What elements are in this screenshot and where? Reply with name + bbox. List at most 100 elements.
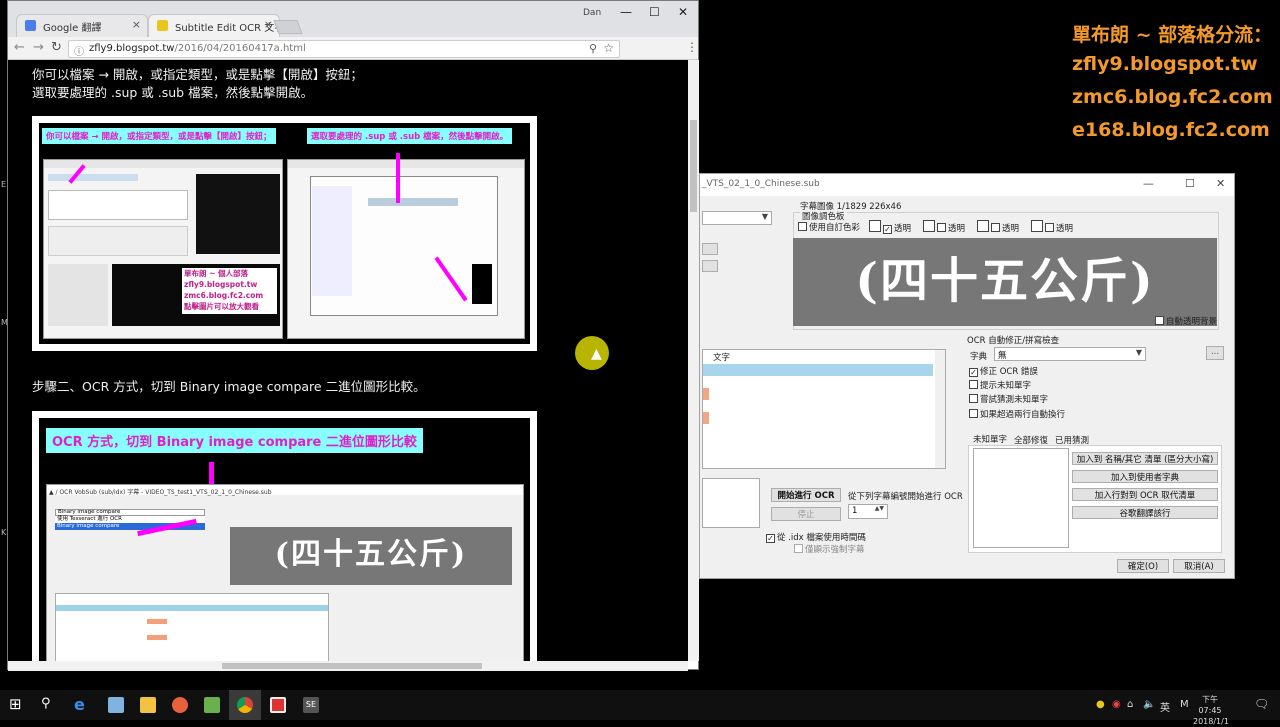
clock-date: 2018/1/1: [1193, 717, 1229, 726]
caption: OCR 方式，切到 Binary image compare 二進位圖形比較: [46, 428, 423, 453]
palette-transparent-3[interactable]: 透明: [977, 220, 1019, 234]
ime-mode[interactable]: M: [1180, 699, 1189, 710]
scroll-thumb[interactable]: [222, 663, 482, 669]
small-button[interactable]: [702, 243, 718, 255]
list-scrollbar[interactable]: [935, 350, 945, 468]
palette-transparent-2[interactable]: 透明: [923, 220, 965, 234]
google-it-button[interactable]: 谷歌翻譯該行: [1072, 506, 1218, 519]
selected-row[interactable]: [703, 364, 933, 376]
fix-ocr-errors-checkbox[interactable]: ✓ 修正 OCR 錯誤: [969, 365, 1038, 377]
mini-ocr-dialog: ▲ / OCR VobSub (sub/idx) 字幕 - VIDEO_TS_t…: [46, 484, 524, 661]
small-button[interactable]: [702, 260, 718, 272]
windows-start-icon[interactable]: ⊞: [9, 696, 25, 712]
tab-title: Google 翻譯: [43, 23, 102, 34]
subtitle-list[interactable]: 文字: [702, 349, 946, 469]
tutorial-image-1[interactable]: 你可以檔案 → 開啟，或指定類型，或是點擊【開啟】按鈕； 選取要處理的 .sup…: [32, 116, 537, 351]
close-tab-icon[interactable]: ×: [132, 18, 141, 31]
maximize-icon[interactable]: ☐: [1185, 177, 1195, 190]
chrome-icon[interactable]: [237, 697, 253, 713]
spinner-icon[interactable]: ▲▼: [875, 505, 884, 512]
image-background: OCR 方式，切到 Binary image compare 二進位圖形比較 ▲…: [39, 418, 530, 661]
url-path: /2016/04/20160417a.html: [174, 43, 306, 54]
file-explorer-icon[interactable]: [140, 697, 156, 713]
tab-subtitle-edit[interactable]: Subtitle Edit OCR 文字辨 ×: [148, 14, 280, 37]
only-forced-checkbox[interactable]: 僅顯示強制字幕: [794, 543, 865, 555]
bookmark-star-icon[interactable]: ☆: [603, 41, 614, 55]
ime-language[interactable]: 英: [1160, 699, 1170, 714]
ocr-subtitle-image: (四十五公斤): [793, 238, 1217, 326]
tab-unknown-words[interactable]: 未知單字: [973, 433, 1007, 445]
use-idx-times-checkbox[interactable]: ✓ 從 .idx 檔案使用時間碼: [766, 531, 866, 543]
clock-time: 下午 07:45: [1198, 695, 1222, 715]
cancel-button[interactable]: 取消(A): [1173, 559, 1225, 573]
dictionary-more-button[interactable]: ...: [1206, 346, 1224, 360]
info-icon[interactable]: ⓘ: [74, 43, 84, 58]
vertical-scrollbar[interactable]: [688, 60, 699, 661]
scroll-thumb[interactable]: [690, 120, 697, 212]
edge-icon[interactable]: e: [74, 695, 90, 714]
notifications-icon[interactable]: 🗨: [1254, 697, 1269, 711]
new-tab-button[interactable]: [273, 20, 303, 34]
kebab-menu-icon[interactable]: ⋮: [686, 40, 698, 54]
add-to-ocr-replace-button[interactable]: 加入行對到 OCR 取代清單: [1072, 488, 1218, 501]
start-ocr-button[interactable]: 開始進行 OCR: [771, 488, 841, 502]
close-tab-icon[interactable]: ×: [264, 18, 273, 31]
pointer-arrow: [396, 153, 400, 203]
network-icon[interactable]: ⌂: [1127, 699, 1133, 710]
notepad-icon[interactable]: [108, 697, 124, 713]
dialog-titlebar: _VTS_02_1_0_Chinese.sub — ☐ ✕: [700, 174, 1234, 196]
tray-app-icon[interactable]: ●: [1096, 699, 1105, 710]
add-to-user-dict-button[interactable]: 加入到使用者字典: [1072, 470, 1218, 483]
address-bar[interactable]: ⓘ zfly9.blogspot.tw/2016/04/20160417a.ht…: [68, 40, 620, 58]
caption-right: 選取要處理的 .sup 或 .sub 檔案，然後點擊開啟。: [307, 128, 513, 144]
add-to-names-button[interactable]: 加入到 名稱/其它 清單 (區分大小寫): [1072, 452, 1218, 465]
palette-transparent-4[interactable]: 透明: [1031, 220, 1073, 234]
minimize-icon[interactable]: —: [1143, 177, 1154, 190]
dictionary-label: 字典: [970, 352, 988, 362]
system-clock[interactable]: 下午 07:45 2018/1/1: [1193, 694, 1229, 727]
prompt-unknown-checkbox[interactable]: 提示未知單字: [969, 379, 1031, 391]
url-host: zfly9.blogspot.tw: [89, 43, 175, 54]
back-icon[interactable]: ←: [14, 40, 25, 55]
subtitle-edit-favicon-icon: [157, 20, 168, 31]
overlay-line-3: e168.blog.fc2.com: [1072, 119, 1270, 141]
ok-button[interactable]: 確定(O): [1117, 559, 1169, 573]
use-custom-color-checkbox[interactable]: 使用自訂色彩: [798, 221, 860, 233]
close-window-icon[interactable]: ✕: [1216, 177, 1225, 190]
blog-watermark-text: 單布朗 ~ 個人部落 zfly9.blogspot.tw zmc6.blog.f…: [184, 269, 264, 311]
tray-record-icon[interactable]: ◉: [1112, 699, 1121, 710]
stop-button[interactable]: 停止: [771, 507, 841, 521]
screen-recorder-icon[interactable]: [270, 697, 286, 713]
mini-dialog-title: ▲ / OCR VobSub (sub/idx) 字幕 - VIDEO_TS_t…: [47, 485, 523, 496]
horizontal-scrollbar[interactable]: [8, 661, 688, 671]
firefox-icon[interactable]: [172, 697, 188, 713]
paragraph-line: 你可以檔案 → 開啟，或指定類型，或是點擊【開啟】按鈕；: [32, 67, 363, 82]
minimize-icon[interactable]: —: [620, 5, 632, 19]
palette-transparent-1[interactable]: ✓ 透明: [869, 220, 911, 234]
guess-unknown-checkbox[interactable]: 嘗試猜測未知單字: [969, 393, 1048, 405]
volume-icon[interactable]: 🔈: [1143, 699, 1155, 710]
dictionary-combo[interactable]: 無 ▼: [994, 347, 1146, 361]
subtitle-edit-icon[interactable]: [204, 697, 220, 713]
search-icon[interactable]: ⚲: [41, 696, 57, 712]
auto-break-checkbox[interactable]: 如果超過兩行自動換行: [969, 408, 1065, 420]
text-preview-box[interactable]: [702, 478, 760, 528]
overlay-line-1: zfly9.blogspot.tw: [1072, 53, 1258, 75]
start-from-number[interactable]: 1 ▲▼: [848, 504, 888, 519]
mouse-pointer-icon: ▲: [591, 346, 602, 362]
close-window-icon[interactable]: ✕: [678, 5, 688, 19]
forward-icon[interactable]: →: [33, 40, 44, 55]
maximize-icon[interactable]: ☐: [649, 5, 660, 19]
reload-icon[interactable]: ↻: [51, 40, 62, 55]
unknown-words-list[interactable]: [973, 448, 1069, 548]
ocr-method-combo[interactable]: ▼: [702, 211, 772, 225]
start-from-label: 從下列字幕編號開始進行 OCR: [848, 492, 963, 502]
mini-ocr-image: (四十五公斤): [230, 527, 512, 585]
zoom-icon[interactable]: ⚲: [589, 42, 597, 55]
ocr-fix-group-title: OCR 自動修正/拼寫檢查: [967, 336, 1060, 346]
se-app-icon[interactable]: SE: [303, 697, 319, 713]
tutorial-image-2[interactable]: OCR 方式，切到 Binary image compare 二進位圖形比較 ▲…: [32, 411, 537, 661]
tab-google-translate[interactable]: Google 翻譯 ×: [16, 14, 148, 37]
auto-transparent-bg-checkbox[interactable]: 自動透明背景: [1155, 315, 1217, 327]
profile-name[interactable]: Dan: [583, 8, 601, 18]
